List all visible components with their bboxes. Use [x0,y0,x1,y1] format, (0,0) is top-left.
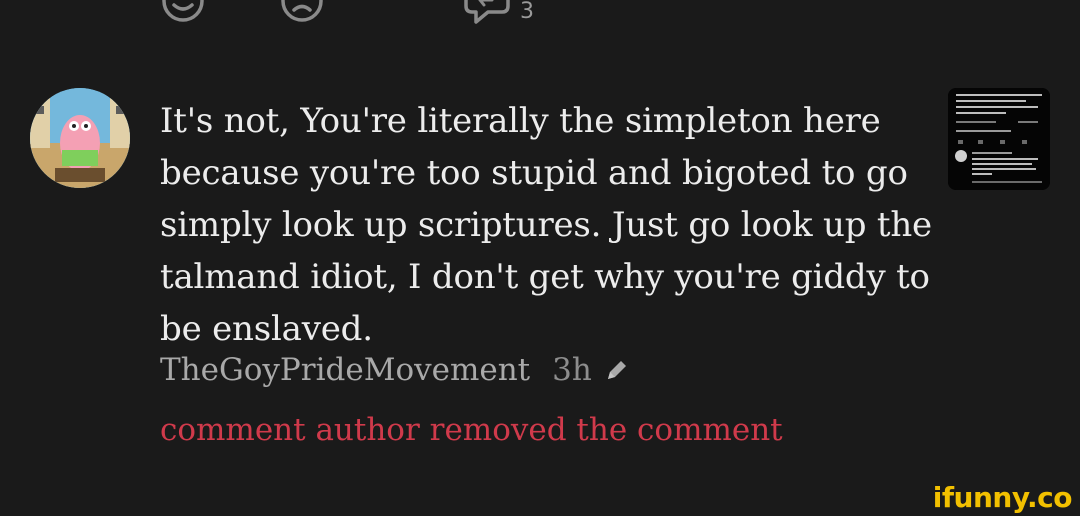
reaction-bar: 3 [0,0,600,28]
timestamp: 3h [552,352,592,388]
reply-count: 3 [520,0,534,24]
pencil-icon [604,357,630,383]
removed-notice: comment author removed the comment [160,412,783,448]
avatar[interactable] [30,88,130,188]
author-name[interactable]: TheGoyPrideMovement [160,352,530,388]
attachment-thumbnail[interactable] [948,88,1050,190]
like-button[interactable] [160,0,206,24]
comment-body: It's not, You're literally the simpleton… [160,101,932,349]
dislike-button[interactable] [279,0,325,24]
comment-screen: 3 It's not, You're literally the simplet… [0,0,1080,516]
reply-icon [464,0,510,24]
reply-button[interactable]: 3 [462,0,534,24]
frown-icon [281,0,323,22]
comment-meta: TheGoyPrideMovement 3h [160,352,630,388]
ifunny-watermark: ifunny.co [932,481,1073,514]
smile-icon [162,0,204,22]
